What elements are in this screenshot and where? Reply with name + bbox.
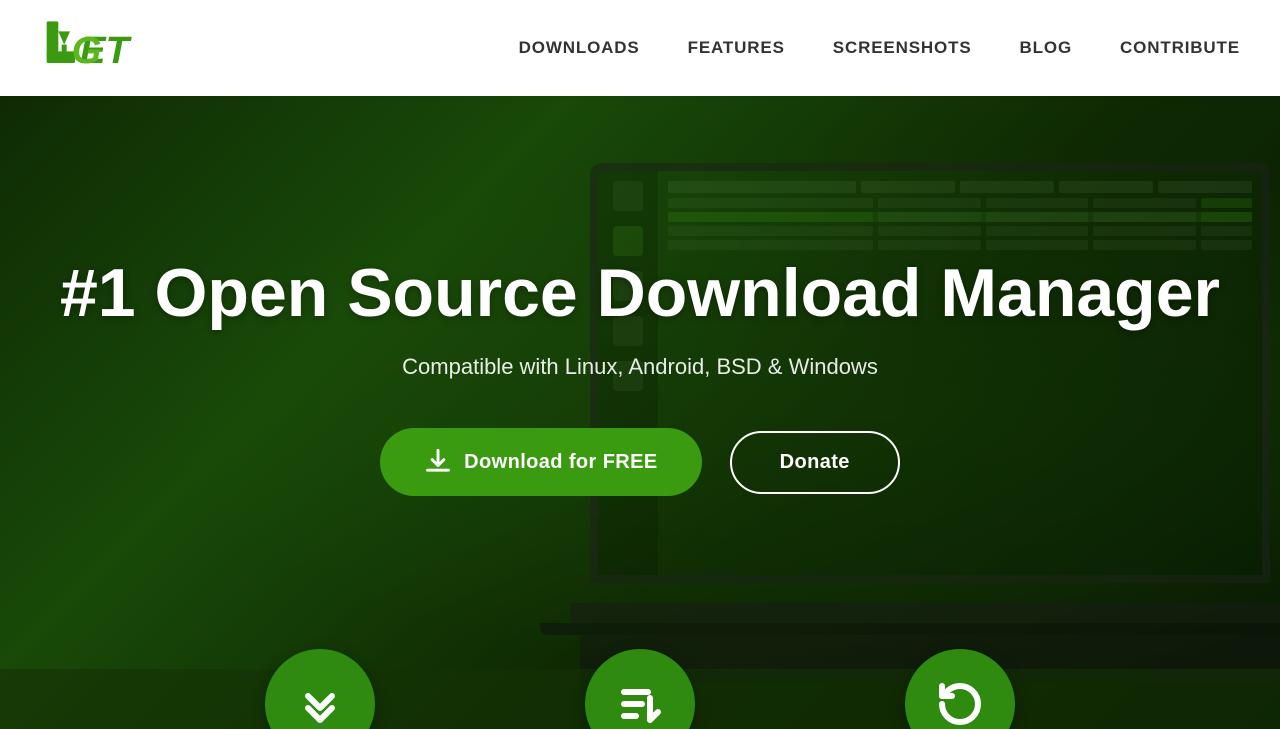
chevron-double-down-button[interactable] xyxy=(265,649,375,729)
sort-descending-icon xyxy=(616,680,664,728)
nav-blog[interactable]: BLOG xyxy=(1020,38,1073,58)
download-icon xyxy=(424,448,452,476)
nav-downloads[interactable]: DOWNLOADS xyxy=(519,38,640,58)
bottom-circles xyxy=(0,649,1280,729)
hero-section: #1 Open Source Download Manager Compatib… xyxy=(0,96,1280,729)
hero-content: #1 Open Source Download Manager Compatib… xyxy=(0,96,1280,656)
nav-features[interactable]: FEATURES xyxy=(688,38,785,58)
chevron-double-down-icon xyxy=(296,680,344,728)
nav-screenshots[interactable]: SCREENSHOTS xyxy=(833,38,972,58)
donate-button[interactable]: Donate xyxy=(730,431,900,494)
refresh-icon xyxy=(936,680,984,728)
logo[interactable]: ET G xyxy=(40,13,140,83)
site-header: ET G DOWNLOADS FEATURES SCREENSHOTS BLOG… xyxy=(0,0,1280,96)
nav-contribute[interactable]: CONTRIBUTE xyxy=(1120,38,1240,58)
hero-subtitle: Compatible with Linux, Android, BSD & Wi… xyxy=(402,354,878,380)
download-button[interactable]: Download for FREE xyxy=(380,428,701,496)
sort-descending-button[interactable] xyxy=(585,649,695,729)
main-nav: DOWNLOADS FEATURES SCREENSHOTS BLOG CONT… xyxy=(519,38,1240,58)
hero-title: #1 Open Source Download Manager xyxy=(60,256,1220,331)
hero-buttons: Download for FREE Donate xyxy=(380,428,900,496)
svg-text:G: G xyxy=(72,29,102,72)
refresh-button[interactable] xyxy=(905,649,1015,729)
